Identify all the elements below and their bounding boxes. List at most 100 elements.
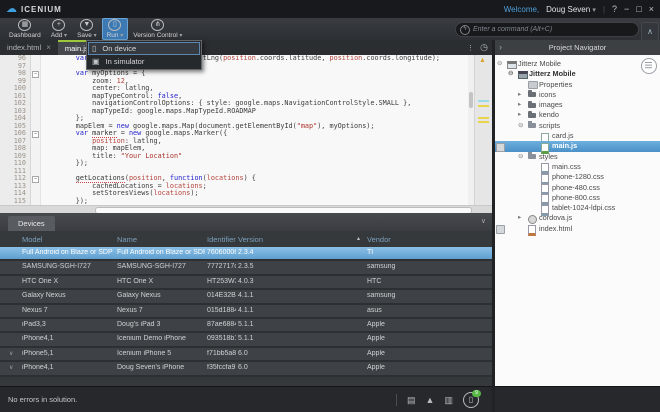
tree-item-phone-480-css[interactable]: phone-480.css — [495, 183, 660, 193]
device-row[interactable]: iPhone4,1Icenium Demo iPhone093518b115.1… — [0, 333, 492, 347]
device-cell: Galaxy Nexus — [22, 292, 114, 299]
tree-item-phone-800-css[interactable]: phone-800.css — [495, 193, 660, 203]
annotation-mark[interactable] — [478, 121, 489, 123]
tree-item-images[interactable]: ▸images — [495, 100, 660, 110]
tree-item-jitterz-mobile[interactable]: ⊖ Jitterz Mobile — [495, 59, 660, 69]
tree-item-styles[interactable]: ⊖styles — [495, 152, 660, 162]
annotation-mark[interactable] — [478, 105, 489, 107]
fold-column — [31, 78, 41, 86]
tree-expander-icon[interactable]: ▸ — [518, 213, 521, 223]
app-title: ICENIUM — [21, 5, 62, 14]
tree-item-main-js[interactable]: main.js — [495, 141, 660, 151]
tree-item-scripts[interactable]: ⊖scripts — [495, 121, 660, 131]
fold-marker-icon[interactable]: − — [32, 176, 39, 183]
device-row[interactable]: SAMSUNG-SGH-I727SAMSUNG-SGH-I7277772717c… — [0, 261, 492, 275]
minimize-button[interactable]: − — [624, 4, 629, 14]
code-line[interactable]: 96 var latlng = new google.maps.LatLng(p… — [0, 55, 492, 63]
toolbar-button-add[interactable]: +Add ▾ — [46, 18, 72, 40]
device-cell: HTC — [367, 278, 482, 285]
device-cell: 4.1.1 — [238, 292, 298, 299]
errors-list-icon[interactable]: ▤ — [407, 393, 416, 407]
device-row[interactable]: Nexus 7Nexus 7015d188434.1.1asus — [0, 305, 492, 319]
device-row[interactable]: ∨iPhone5,1Icenium iPhone 5f71bb5a8e6.0Ap… — [0, 348, 492, 362]
command-input[interactable] — [473, 26, 638, 33]
tree-item-kendo[interactable]: ▸kendo — [495, 110, 660, 120]
folder-open-icon — [528, 154, 536, 159]
panel-collapse-icon[interactable]: › — [499, 40, 502, 54]
tree-expander-icon[interactable]: ▸ — [518, 110, 521, 120]
tree-item-label: main.css — [552, 162, 581, 172]
tab-devices[interactable]: Devices — [8, 216, 55, 231]
connected-devices-button[interactable]: ▯ 9 — [463, 392, 479, 408]
toolbar-button-save[interactable]: ▼Save ▾ — [72, 18, 102, 40]
menu-item-in-simulator[interactable]: ▣In simulator — [88, 55, 200, 68]
fold-column: − — [31, 70, 41, 78]
tree-item-icons[interactable]: ▸icons — [495, 90, 660, 100]
device-cell: 5.1.1 — [238, 321, 298, 328]
column-header-version[interactable]: Version — [238, 235, 298, 244]
column-header-name[interactable]: Name — [117, 235, 205, 244]
tree-item-properties[interactable]: Properties — [495, 80, 660, 90]
tree-item-main-css[interactable]: main.css — [495, 162, 660, 172]
recent-files-icon[interactable]: ◷ — [480, 43, 488, 52]
fold-column — [31, 63, 41, 71]
code-line[interactable]: 110 }); — [0, 160, 492, 168]
device-row[interactable]: ∨iPhone4,1Doug Seven's iPhonef35fccfa976… — [0, 362, 492, 376]
project-tree-body: ⊖Jitterz Mobile⊖Jitterz MobileProperties… — [495, 55, 660, 386]
tree-item-index-html[interactable]: index.html — [495, 224, 660, 234]
maximize-button[interactable]: □ — [636, 4, 641, 14]
device-row[interactable]: Galaxy NexusGalaxy Nexus014E32B0X4.1.1sa… — [0, 290, 492, 304]
tree-expander-icon[interactable]: ⊖ — [508, 69, 513, 79]
device-row[interactable]: Full Android on Blaze or SDPFull Android… — [0, 247, 492, 261]
tree-item-card-js[interactable]: card.js — [495, 131, 660, 141]
toolbar-button-dashboard[interactable]: ▦Dashboard — [4, 18, 46, 40]
tree-expander-icon[interactable]: ▸ — [518, 100, 521, 110]
fold-column — [31, 123, 41, 131]
fold-marker-icon[interactable]: − — [32, 131, 39, 138]
annotation-mark[interactable] — [478, 100, 489, 102]
tree-expander-icon[interactable]: ⊖ — [518, 152, 523, 162]
column-header-model[interactable]: Model — [22, 235, 114, 244]
menu-item-on-device[interactable]: ▯On device — [88, 42, 200, 55]
row-expand-icon[interactable]: ∨ — [9, 364, 13, 371]
tab-overflow-icon[interactable]: ⋮ — [467, 44, 474, 52]
tab-index-html[interactable]: index.html× — [0, 40, 58, 55]
device-cell: 5.1.1 — [238, 335, 298, 342]
device-cell: HTC One X — [22, 278, 114, 285]
tree-expander-icon[interactable]: ▸ — [518, 90, 521, 100]
panel-menu-button[interactable] — [641, 58, 657, 74]
warnings-icon[interactable]: ▲ — [426, 393, 435, 407]
device-cell: 6.0 — [238, 350, 298, 357]
help-button[interactable]: ? — [612, 4, 617, 14]
device-row[interactable]: iPad3,3Doug's iPad 387ae6884c5.1.1Apple — [0, 319, 492, 333]
tab-close-icon[interactable]: × — [46, 43, 51, 52]
tree-item-phone-1280-css[interactable]: phone-1280.css — [495, 172, 660, 182]
user-menu[interactable]: Doug Seven ▾ — [546, 5, 596, 14]
code-editor[interactable]: 96 var latlng = new google.maps.LatLng(p… — [0, 55, 492, 205]
toolbar-button-version-control[interactable]: ⋔Version Control ▾ — [128, 18, 187, 40]
column-header-identifier[interactable]: Identifier — [207, 235, 236, 244]
device-row[interactable]: HTC One XHTC One XHT253W3X4.0.3HTC — [0, 276, 492, 290]
devices-panel-chevron-icon[interactable]: ∨ — [481, 217, 486, 225]
editor-tab-strip: index.html×main.js ⋮ ◷ — [0, 40, 492, 55]
fold-column — [31, 85, 41, 93]
close-button[interactable]: × — [649, 4, 654, 14]
tree-item-jitterz-mobile[interactable]: ⊖Jitterz Mobile — [495, 69, 660, 79]
fold-column — [31, 198, 41, 206]
annotation-mark[interactable] — [478, 117, 489, 119]
fold-marker-icon[interactable]: − — [32, 71, 39, 78]
column-header-vendor[interactable]: Vendor — [367, 235, 482, 244]
toolbar-buttons: ▦Dashboard+Add ▾▼Save ▾▯Run ▾⋔Version Co… — [4, 18, 187, 40]
tree-item-label: Jitterz Mobile — [518, 59, 561, 69]
output-log-icon[interactable]: ▥ — [444, 393, 453, 407]
tree-expander-icon[interactable]: ⊖ — [518, 121, 523, 131]
row-expand-icon[interactable]: ∨ — [9, 350, 13, 357]
tree-item-tablet-1024-ldpi-css[interactable]: tablet-1024-ldpi.css — [495, 203, 660, 213]
vertical-scroll-thumb[interactable] — [469, 92, 473, 108]
code-line[interactable]: 115 }); — [0, 198, 492, 206]
tree-expander-icon[interactable]: ⊖ — [497, 59, 502, 69]
toolbar-button-run[interactable]: ▯Run ▾ — [102, 18, 129, 40]
device-cell: 093518b11 — [207, 335, 236, 342]
open-file-indicator-icon — [496, 225, 505, 234]
tree-item-cordova-js[interactable]: ▸cordova.js — [495, 213, 660, 223]
